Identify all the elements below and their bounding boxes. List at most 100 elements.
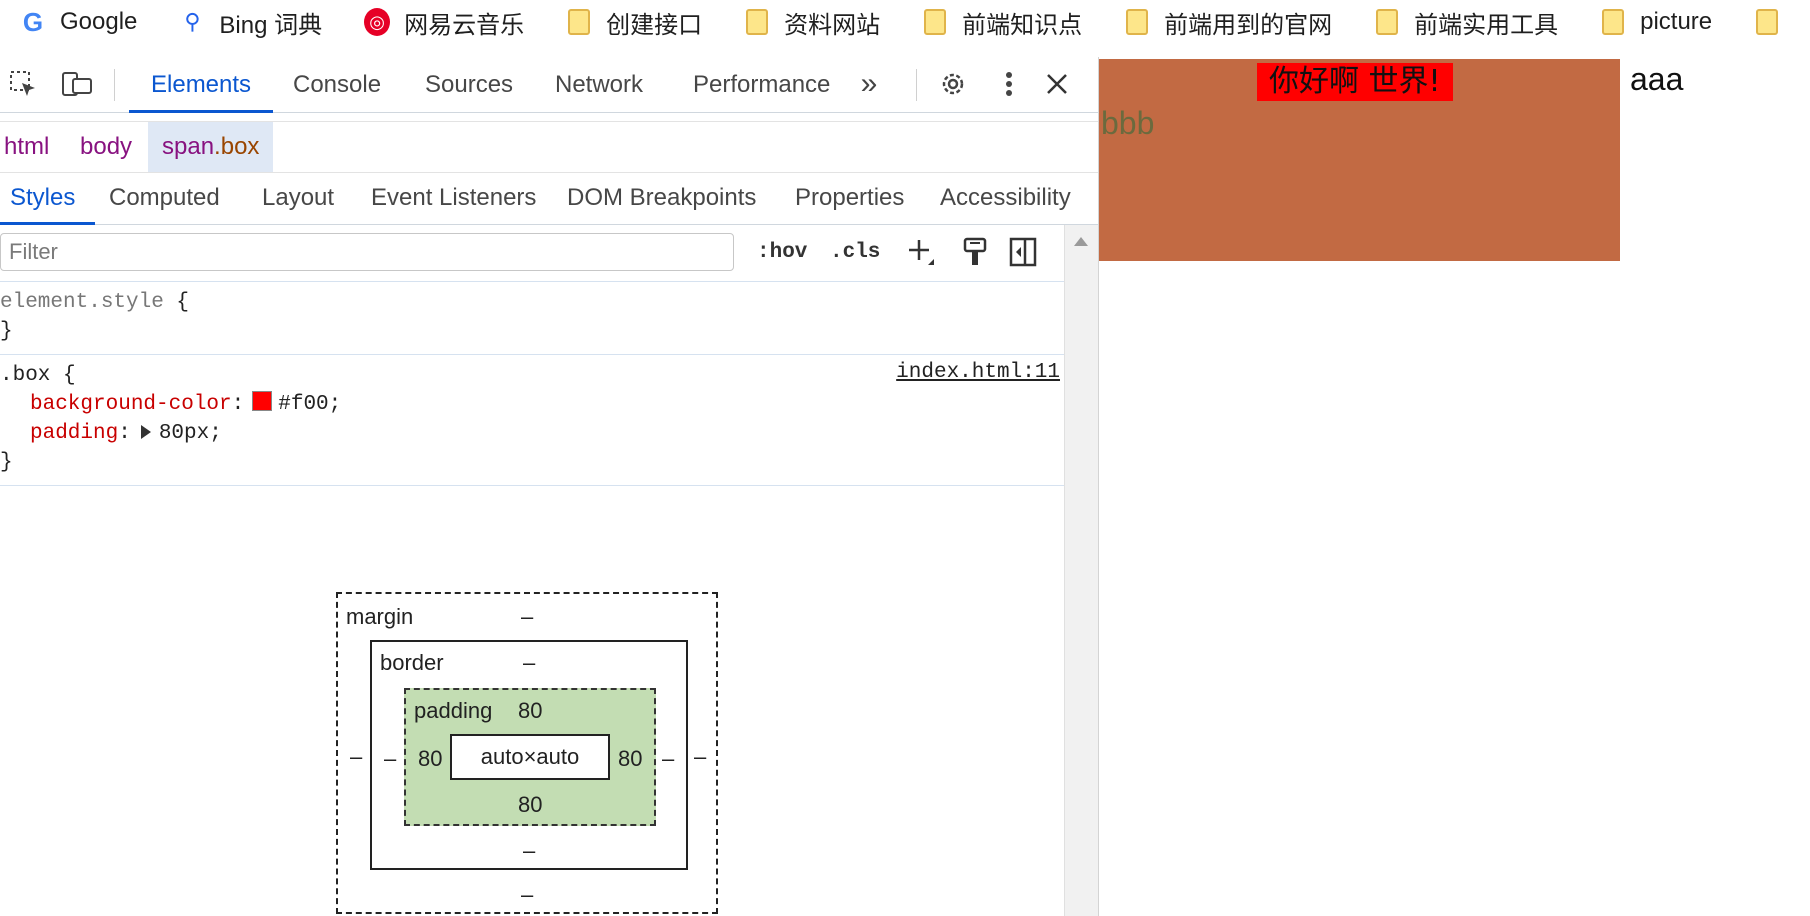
bookmark-folder[interactable]: 创建接口 xyxy=(546,0,724,44)
bookmark-folder-overflow[interactable] xyxy=(1734,0,1810,44)
hov-toggle-button[interactable]: :hov xyxy=(757,237,807,267)
padding-right-value[interactable]: 80 xyxy=(618,746,642,772)
tab-dom-breakpoints[interactable]: DOM Breakpoints xyxy=(567,172,756,224)
bookmark-netease[interactable]: ◎ 网易云音乐 xyxy=(344,0,546,44)
tab-network[interactable]: Network xyxy=(555,57,643,112)
color-swatch-icon[interactable] xyxy=(252,391,273,411)
border-bottom-value[interactable]: – xyxy=(523,838,535,864)
kebab-menu-icon[interactable] xyxy=(992,67,1026,101)
padding-label: padding xyxy=(414,698,493,723)
toolbar-divider xyxy=(114,69,115,101)
bookmark-label: 资料网站 xyxy=(784,11,881,39)
bookmark-folder[interactable]: 前端用到的官网 xyxy=(1104,0,1354,44)
bookmark-folder[interactable]: picture xyxy=(1580,0,1734,44)
bookmark-label: 创建接口 xyxy=(606,11,703,39)
scroll-up-icon[interactable] xyxy=(1074,237,1088,246)
tab-performance[interactable]: Performance xyxy=(693,57,830,112)
styles-rules: element.style { } index.html:11 .box { b… xyxy=(0,282,1064,486)
tab-properties[interactable]: Properties xyxy=(795,172,904,224)
cls-toggle-button[interactable]: .cls xyxy=(830,237,880,267)
element-style-rule: element.style { } xyxy=(0,282,1064,355)
rule-source-link[interactable]: index.html:11 xyxy=(896,361,1060,384)
tab-sources[interactable]: Sources xyxy=(425,57,513,112)
margin-right-value[interactable]: – xyxy=(694,744,706,770)
content-size-value: auto×auto xyxy=(480,744,580,769)
close-icon[interactable] xyxy=(1040,67,1074,101)
box-model-content[interactable]: auto×auto xyxy=(450,734,610,780)
bookmark-bing[interactable]: ⚲ Bing 词典 xyxy=(159,0,344,44)
styles-filter-input[interactable] xyxy=(0,233,734,271)
tab-styles[interactable]: Styles xyxy=(0,172,96,225)
sidebar-pane-tabs: Styles Computed Layout Event Listeners D… xyxy=(0,172,1098,225)
property-colon: : xyxy=(118,422,131,445)
rule-brace-open: { xyxy=(50,364,76,387)
style-property[interactable]: padding: 80px; xyxy=(0,419,1064,448)
folder-icon xyxy=(744,9,770,35)
breadcrumb-class: .box xyxy=(214,133,260,160)
device-toggle-icon[interactable] xyxy=(60,67,94,101)
folder-icon xyxy=(1374,9,1400,35)
tab-event-listeners[interactable]: Event Listeners xyxy=(371,172,536,224)
rule-brace-close: } xyxy=(0,320,13,343)
breadcrumb-html[interactable]: html xyxy=(4,122,49,172)
more-tabs-icon[interactable]: » xyxy=(852,67,886,101)
padding-left-value[interactable]: 80 xyxy=(418,746,442,772)
bookmark-label: 前端实用工具 xyxy=(1414,11,1559,39)
toolbar-divider xyxy=(916,69,917,101)
aaa-text: aaa xyxy=(1630,61,1684,97)
style-property[interactable]: background-color: #f00; xyxy=(0,390,1064,419)
bing-icon: ⚲ xyxy=(184,9,201,34)
breadcrumb-body[interactable]: body xyxy=(80,122,132,172)
border-top-value[interactable]: – xyxy=(523,650,535,676)
border-left-value[interactable]: – xyxy=(384,746,396,772)
expand-shorthand-icon[interactable] xyxy=(140,425,151,439)
margin-left-value[interactable]: – xyxy=(350,744,362,770)
padding-top-value[interactable]: 80 xyxy=(518,698,542,724)
inspect-element-icon[interactable] xyxy=(6,67,40,101)
rule-selector[interactable]: .box xyxy=(0,364,50,387)
bookmark-label: 网易云音乐 xyxy=(404,11,525,39)
bookmark-google[interactable]: G Google xyxy=(0,0,159,44)
bookmark-folder[interactable]: 前端知识点 xyxy=(902,0,1104,44)
bookmark-label: Bing 词典 xyxy=(219,11,323,39)
tab-accessibility[interactable]: Accessibility xyxy=(940,172,1071,224)
folder-icon xyxy=(1124,9,1150,35)
folder-icon xyxy=(1754,9,1780,35)
property-value[interactable]: 80px; xyxy=(159,422,222,445)
property-value[interactable]: #f00; xyxy=(278,393,341,416)
border-label: border xyxy=(380,650,444,675)
settings-gear-icon[interactable] xyxy=(936,67,970,101)
bookmark-folder[interactable]: 前端实用工具 xyxy=(1354,0,1580,44)
toggle-sidebar-icon[interactable] xyxy=(1006,235,1040,269)
paint-brush-icon[interactable] xyxy=(958,235,992,269)
bookmark-label: Google xyxy=(60,8,138,35)
styles-scrollbar[interactable] xyxy=(1064,225,1098,916)
rule-brace-open: { xyxy=(163,291,190,314)
tab-computed[interactable]: Computed xyxy=(109,172,220,224)
devtools-panel: Elements Console Sources Network Perform… xyxy=(0,57,1099,916)
styles-toolbar: :hov .cls xyxy=(0,225,1064,282)
rule-brace-close: } xyxy=(0,451,13,474)
tab-elements[interactable]: Elements xyxy=(128,57,274,113)
property-name[interactable]: padding xyxy=(30,422,118,445)
box-model-diagram: margin – – – – border – – – – padding 80… xyxy=(336,592,718,914)
rendered-page: 你好啊 世界! bbb aaa xyxy=(1099,57,1810,916)
border-right-value[interactable]: – xyxy=(662,746,674,772)
margin-top-value[interactable]: – xyxy=(521,604,533,630)
breadcrumb-tag: span xyxy=(162,133,215,160)
new-style-rule-icon[interactable] xyxy=(904,235,938,269)
netease-music-icon: ◎ xyxy=(364,8,391,36)
bookmark-label: 前端知识点 xyxy=(962,11,1083,39)
bookmark-label: 前端用到的官网 xyxy=(1164,11,1333,39)
property-name[interactable]: background-color xyxy=(30,393,232,416)
margin-bottom-value[interactable]: – xyxy=(521,882,533,908)
box-model-padding: padding 80 80 80 80 auto×auto xyxy=(404,688,656,826)
span-box-element[interactable]: 你好啊 世界! bbb xyxy=(1099,59,1620,261)
bookmark-folder[interactable]: 资料网站 xyxy=(724,0,902,44)
padding-bottom-value[interactable]: 80 xyxy=(518,792,542,818)
tab-console[interactable]: Console xyxy=(293,57,381,112)
margin-label: margin xyxy=(346,604,414,629)
tab-layout[interactable]: Layout xyxy=(262,172,334,224)
breadcrumb-span-box[interactable]: span .box xyxy=(148,122,274,172)
box-model-border: border – – – – padding 80 80 80 80 auto×… xyxy=(370,640,688,870)
